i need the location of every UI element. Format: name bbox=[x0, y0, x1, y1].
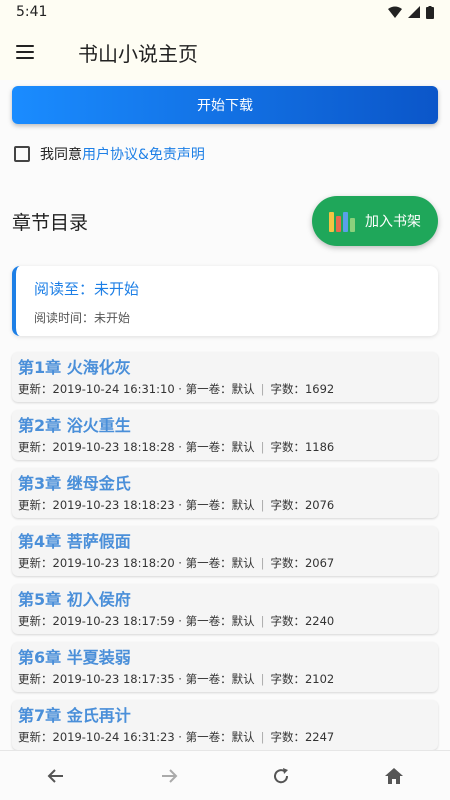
chapter-updated: 更新：2019-10-23 18:17:35 · 第一卷：默认 bbox=[18, 672, 255, 686]
chapter-word-count: 字数：2076 bbox=[270, 498, 335, 512]
chapter-item[interactable]: 第4章 菩萨假面更新：2019-10-23 18:18:20 · 第一卷：默认 |… bbox=[12, 526, 438, 576]
bottom-nav bbox=[0, 750, 450, 800]
signal-icon bbox=[408, 6, 420, 18]
chapter-updated: 更新：2019-10-23 18:18:23 · 第一卷：默认 bbox=[18, 498, 255, 512]
chapter-meta: 更新：2019-10-23 18:17:59 · 第一卷：默认 | 字数：2240 bbox=[18, 613, 432, 629]
chapter-updated: 更新：2019-10-23 18:17:59 · 第一卷：默认 bbox=[18, 614, 255, 628]
arrow-right-icon bbox=[161, 768, 178, 783]
meta-separator: | bbox=[260, 672, 265, 686]
chapter-word-count: 字数：2067 bbox=[270, 556, 335, 570]
meta-separator: | bbox=[260, 614, 265, 628]
chapter-item[interactable]: 第1章 火海化灰更新：2019-10-24 16:31:10 · 第一卷：默认 |… bbox=[12, 352, 438, 402]
bookshelf-icon bbox=[329, 210, 355, 232]
chapter-title: 第1章 火海化灰 bbox=[18, 358, 131, 377]
meta-separator: | bbox=[260, 498, 265, 512]
add-to-bookshelf-button[interactable]: 加入书架 bbox=[312, 196, 438, 246]
app-bar: 书山小说主页 bbox=[0, 24, 450, 80]
chapter-item[interactable]: 第3章 继母金氏更新：2019-10-23 18:18:23 · 第一卷：默认 |… bbox=[12, 468, 438, 518]
meta-separator: | bbox=[260, 382, 265, 396]
wifi-icon bbox=[388, 6, 402, 18]
reading-time: 阅读时间：未开始 bbox=[34, 311, 131, 325]
forward-button[interactable] bbox=[149, 756, 189, 796]
meta-separator: | bbox=[260, 730, 265, 744]
chapter-word-count: 字数：2102 bbox=[270, 672, 335, 686]
reading-progress-card[interactable]: 阅读至：未开始 阅读时间：未开始 bbox=[12, 266, 438, 336]
chapter-item[interactable]: 第7章 金氏再计更新：2019-10-24 16:31:23 · 第一卷：默认 |… bbox=[12, 700, 438, 750]
start-download-button[interactable]: 开始下载 bbox=[12, 86, 438, 124]
menu-icon[interactable] bbox=[16, 40, 40, 64]
meta-separator: | bbox=[260, 440, 265, 454]
chapter-word-count: 字数：2247 bbox=[270, 730, 335, 744]
chapter-title: 第2章 浴火重生 bbox=[18, 416, 131, 435]
chapter-title: 第7章 金氏再计 bbox=[18, 706, 131, 725]
agree-label: 我同意 bbox=[40, 147, 82, 163]
catalog-title: 章节目录 bbox=[12, 211, 89, 234]
chapter-meta: 更新：2019-10-23 18:18:28 · 第一卷：默认 | 字数：1186 bbox=[18, 439, 432, 455]
reading-progress: 阅读至：未开始 bbox=[34, 280, 140, 298]
chapter-meta: 更新：2019-10-23 18:18:20 · 第一卷：默认 | 字数：2067 bbox=[18, 555, 432, 571]
chapter-word-count: 字数：1692 bbox=[270, 382, 335, 396]
chapter-title: 第3章 继母金氏 bbox=[18, 474, 131, 493]
chapter-item[interactable]: 第6章 半夏装弱更新：2019-10-23 18:17:35 · 第一卷：默认 |… bbox=[12, 642, 438, 692]
chapter-updated: 更新：2019-10-23 18:18:28 · 第一卷：默认 bbox=[18, 440, 255, 454]
chapter-title: 第4章 菩萨假面 bbox=[18, 532, 131, 551]
agreement-link[interactable]: 用户协议&免责声明 bbox=[82, 144, 205, 164]
chapter-word-count: 字数：2240 bbox=[270, 614, 335, 628]
home-icon bbox=[384, 767, 403, 784]
chapter-meta: 更新：2019-10-24 16:31:23 · 第一卷：默认 | 字数：2247 bbox=[18, 729, 432, 745]
chapter-item[interactable]: 第2章 浴火重生更新：2019-10-23 18:18:28 · 第一卷：默认 |… bbox=[12, 410, 438, 460]
status-icons bbox=[388, 5, 434, 19]
chapter-meta: 更新：2019-10-23 18:18:23 · 第一卷：默认 | 字数：2076 bbox=[18, 497, 432, 513]
chapter-meta: 更新：2019-10-24 16:31:10 · 第一卷：默认 | 字数：1692 bbox=[18, 381, 432, 397]
agree-checkbox[interactable] bbox=[14, 146, 30, 162]
page-title: 书山小说主页 bbox=[78, 41, 198, 66]
arrow-left-icon bbox=[47, 768, 64, 783]
chapter-list: 第1章 火海化灰更新：2019-10-24 16:31:10 · 第一卷：默认 |… bbox=[12, 352, 438, 750]
chapter-title: 第5章 初入侯府 bbox=[18, 590, 131, 609]
bookshelf-label: 加入书架 bbox=[365, 214, 421, 230]
chapter-title: 第6章 半夏装弱 bbox=[18, 648, 131, 667]
main-content: 开始下载 我同意 用户协议&免责声明 章节目录 加入书架 阅读至：未开始 阅读时… bbox=[0, 86, 450, 750]
catalog-header: 章节目录 加入书架 bbox=[12, 196, 438, 246]
home-button[interactable] bbox=[374, 756, 414, 796]
chapter-updated: 更新：2019-10-24 16:31:23 · 第一卷：默认 bbox=[18, 730, 255, 744]
battery-icon bbox=[426, 5, 434, 19]
status-time: 5:41 bbox=[16, 4, 48, 20]
chapter-meta: 更新：2019-10-23 18:17:35 · 第一卷：默认 | 字数：2102 bbox=[18, 671, 432, 687]
chapter-word-count: 字数：1186 bbox=[270, 440, 335, 454]
agreement-row: 我同意 用户协议&免责声明 bbox=[12, 144, 438, 164]
refresh-icon bbox=[274, 767, 289, 783]
chapter-updated: 更新：2019-10-24 16:31:10 · 第一卷：默认 bbox=[18, 382, 255, 396]
refresh-button[interactable] bbox=[261, 756, 301, 796]
status-bar: 5:41 bbox=[0, 0, 450, 24]
meta-separator: | bbox=[260, 556, 265, 570]
back-button[interactable] bbox=[36, 756, 76, 796]
chapter-item[interactable]: 第5章 初入侯府更新：2019-10-23 18:17:59 · 第一卷：默认 |… bbox=[12, 584, 438, 634]
chapter-updated: 更新：2019-10-23 18:18:20 · 第一卷：默认 bbox=[18, 556, 255, 570]
